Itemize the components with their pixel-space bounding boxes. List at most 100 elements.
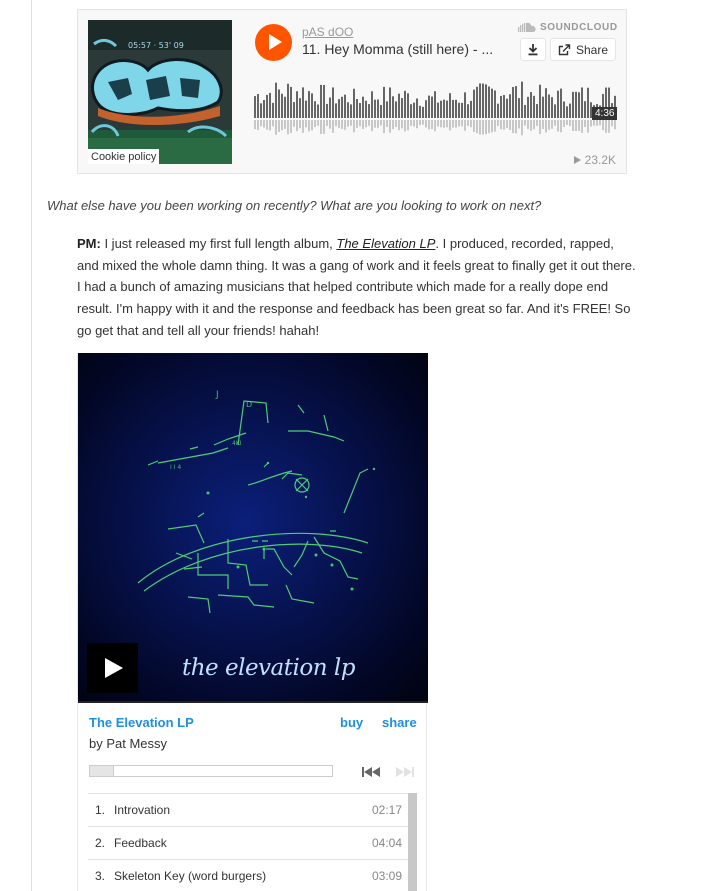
track-number: 1. <box>95 803 106 817</box>
waveform-reflection-bar <box>596 120 598 126</box>
tracklist-scrollbar[interactable] <box>408 793 417 891</box>
track-title[interactable]: 11. Hey Momma (still here) - ... <box>302 41 512 57</box>
play-count: 23.2K <box>573 153 616 167</box>
waveform-reflection-bar <box>269 120 271 131</box>
waveform-bar <box>293 102 295 118</box>
waveform-reflection-bar <box>338 120 340 128</box>
waveform-reflection-bar <box>494 120 496 132</box>
waveform-reflection-bar <box>488 120 490 134</box>
next-track-button[interactable] <box>396 765 414 783</box>
waveform-reflection-bar <box>413 120 415 127</box>
waveform-reflection-bar <box>365 120 367 128</box>
waveform-bar <box>272 102 274 118</box>
waveform-bar <box>332 87 334 118</box>
waveform-reflection-bar <box>428 120 430 130</box>
waveform-reflection-bar <box>377 120 379 128</box>
answer-text-1: I just released my first full length alb… <box>100 236 337 251</box>
waveform-reflection-bar <box>392 120 394 130</box>
waveform-bar <box>314 101 316 118</box>
waveform-reflection-bar <box>416 120 418 129</box>
waveform-bar <box>470 100 472 118</box>
waveform-reflection-bar <box>290 120 292 134</box>
waveform-reflection-bar <box>425 120 427 128</box>
waveform-reflection-bar <box>374 120 376 128</box>
waveform-reflection-bar <box>293 120 295 127</box>
waveform-bar <box>269 92 271 118</box>
waveform-reflection-bar <box>431 120 433 130</box>
track-name: Feedback <box>114 836 167 850</box>
album-artwork[interactable]: J D I I 4 4KI the elevation lp <box>78 353 428 703</box>
art-progress-line <box>78 701 428 703</box>
waveform-bar <box>545 88 547 118</box>
share-button[interactable]: Share <box>550 38 616 61</box>
waveform-reflection-bar <box>593 120 595 126</box>
album-play-button[interactable] <box>87 643 138 693</box>
waveform-bar <box>503 95 505 118</box>
waveform-reflection-bar <box>581 120 583 133</box>
album-link[interactable]: The Elevation LP <box>336 236 435 251</box>
track-artwork[interactable]: 05:57 · 53' 09 Cookie policy <box>88 20 232 164</box>
waveform-bar <box>323 84 325 118</box>
soundcloud-cloud-icon <box>518 22 536 32</box>
waveform-bar <box>533 95 535 118</box>
waveform-reflection-bar <box>437 120 439 127</box>
waveform-bar <box>482 83 484 118</box>
waveform-bar <box>473 89 475 118</box>
waveform-reflection-bar <box>527 120 529 129</box>
track-row[interactable]: 3. Skeleton Key (word burgers) 03:09 <box>88 860 408 891</box>
waveform-reflection-bar <box>491 120 493 133</box>
waveform-reflection-bar <box>341 120 343 129</box>
waveform-reflection-bar <box>263 120 265 128</box>
waveform-reflection-bar <box>506 120 508 129</box>
waveform-bar <box>287 83 289 118</box>
waveform-reflection-bar <box>458 120 460 127</box>
waveform-reflection-bar <box>536 120 538 126</box>
svg-text:I I 4: I I 4 <box>170 464 181 471</box>
waveform-reflection-bar <box>272 120 274 127</box>
waveform-reflection-bar <box>584 120 586 128</box>
progress-slider[interactable] <box>89 765 333 777</box>
waveform-bar <box>515 86 517 118</box>
cookie-policy-link[interactable]: Cookie policy <box>88 149 160 164</box>
waveform-reflection-bar <box>386 120 388 127</box>
waveform-reflection-bar <box>569 120 571 127</box>
play-button[interactable] <box>255 24 292 61</box>
waveform-reflection-bar <box>314 120 316 128</box>
waveform-reflection-bar <box>380 120 382 126</box>
waveform-bar <box>464 92 466 118</box>
track-row[interactable]: 2. Feedback 04:04 <box>88 827 408 860</box>
waveform-bar <box>284 96 286 118</box>
waveform-bar <box>401 98 403 118</box>
share-link[interactable]: share <box>382 715 417 730</box>
soundcloud-logo[interactable]: SOUNDCLOUD <box>518 22 618 33</box>
waveform-bar <box>302 87 304 118</box>
waveform-reflection-bar <box>578 120 580 131</box>
waveform-bar <box>290 86 292 118</box>
waveform-bar <box>371 91 373 118</box>
waveform-reflection-bar <box>500 120 502 130</box>
track-duration: 04:04 <box>371 836 402 850</box>
waveform-reflection-bar <box>446 120 448 128</box>
artist-link[interactable]: pAS dOO <box>302 25 353 39</box>
waveform-bar <box>398 93 400 118</box>
waveform-bar <box>443 99 445 118</box>
album-title-link[interactable]: The Elevation LP <box>89 715 194 730</box>
progress-thumb[interactable] <box>90 766 114 776</box>
waveform-bar <box>494 90 496 118</box>
brand-label: SOUNDCLOUD <box>540 22 618 33</box>
track-row[interactable]: 1. Introvation 02:17 <box>88 794 408 827</box>
waveform-bar <box>458 102 460 118</box>
waveform-reflection-bar <box>545 120 547 133</box>
waveform-reflection-bar <box>329 120 331 129</box>
waveform-bar <box>368 104 370 118</box>
waveform-bar <box>329 97 331 118</box>
waveform-scrubber[interactable] <box>254 74 616 142</box>
previous-track-button[interactable] <box>362 765 380 783</box>
download-button[interactable] <box>520 38 546 61</box>
waveform-bar <box>395 101 397 118</box>
buy-link[interactable]: buy <box>340 715 363 730</box>
waveform-bar <box>521 81 523 118</box>
waveform-reflection-bar <box>311 120 313 131</box>
waveform-reflection-bar <box>485 120 487 135</box>
waveform-bar <box>407 93 409 118</box>
